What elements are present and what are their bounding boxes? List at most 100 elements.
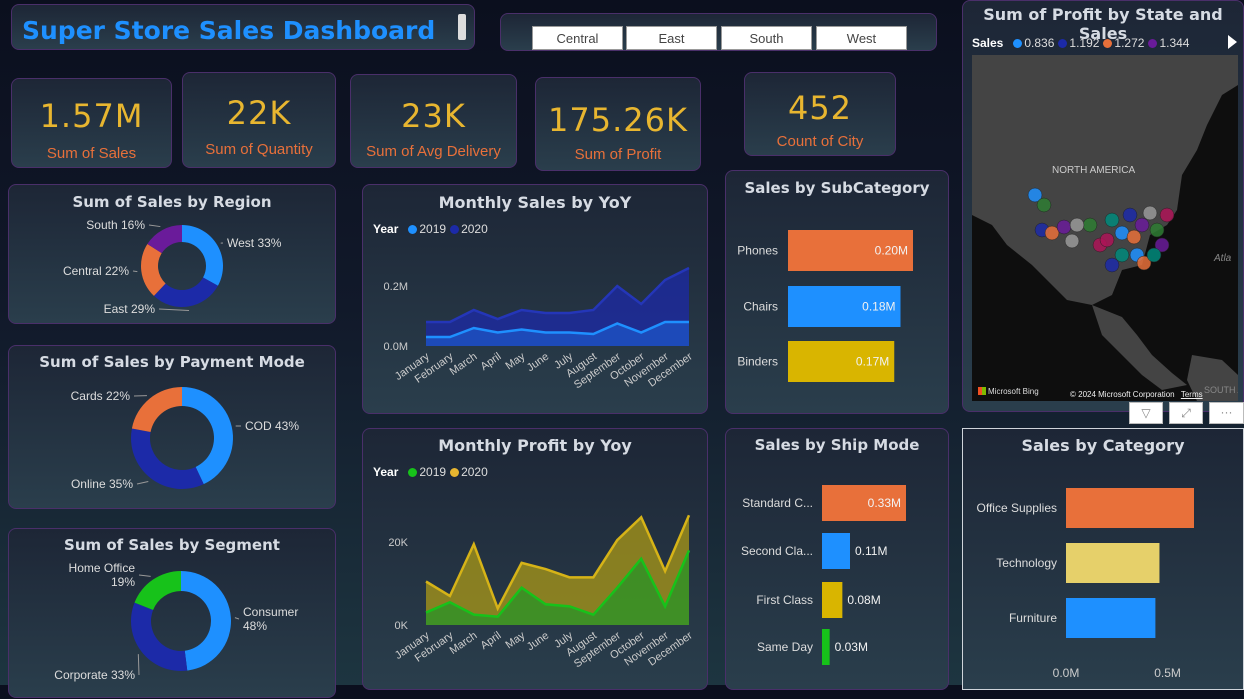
map-bubble[interactable] <box>1065 234 1079 248</box>
category-label: Phones <box>737 244 778 258</box>
slicer-option-west[interactable]: West <box>816 26 907 50</box>
data-label: West 33% <box>227 236 282 250</box>
bar <box>822 629 830 665</box>
bar <box>1066 488 1194 528</box>
map-bubble[interactable] <box>1160 208 1174 222</box>
region-slicer: Central East South West <box>500 13 937 51</box>
donut-slice <box>131 603 187 671</box>
x-tick-label: March <box>448 630 480 657</box>
subcategory-bar-card: Sales by SubCategory Phones0.20MChairs0.… <box>725 170 949 414</box>
map-ocean-label: Atla <box>1213 253 1232 264</box>
data-label: 0.20M <box>875 244 908 258</box>
kpi-value: 1.57M <box>12 97 171 135</box>
more-options-icon[interactable]: ··· <box>1209 402 1244 424</box>
map-canvas[interactable]: NORTH AMERICA Atla SOUTH AM <box>972 55 1238 401</box>
slicer-option-central[interactable]: Central <box>532 26 623 50</box>
bar <box>1066 543 1159 583</box>
payment-donut-card: Sum of Sales by Payment Mode COD 43%Onli… <box>8 345 336 509</box>
data-label: 0.03M <box>835 640 868 654</box>
data-label: Consumer <box>243 605 298 619</box>
monthly-sales-area-chart: 0.0M0.2MJanuaryFebruaryMarchAprilMayJune… <box>363 185 709 415</box>
subcategory-bar-chart: Phones0.20MChairs0.18MBinders0.17M <box>726 171 950 415</box>
profit-map-card: Sum of Profit by State and Sales Sales0.… <box>962 0 1244 412</box>
filter-icon[interactable]: ▽ <box>1129 402 1163 424</box>
data-label: 0.11M <box>855 544 887 558</box>
focus-mode-icon[interactable]: ⤢ <box>1169 402 1203 424</box>
legend-item: 1.344 <box>1159 36 1189 50</box>
slicer-option-east[interactable]: East <box>626 26 717 50</box>
kpi-label: Sum of Avg Delivery <box>351 143 516 160</box>
y-tick-label: 0.2M <box>384 281 408 293</box>
map-bubble[interactable] <box>1070 218 1084 232</box>
kpi-label: Sum of Sales <box>12 145 171 162</box>
map-bubble[interactable] <box>1037 198 1051 212</box>
x-tick-label: April <box>479 351 504 373</box>
page-title: Super Store Sales Dashboard <box>22 16 435 45</box>
map-bubble[interactable] <box>1105 213 1119 227</box>
map-bubble[interactable] <box>1147 248 1161 262</box>
category-label: Standard C... <box>742 496 813 510</box>
x-tick-label: March <box>448 351 480 378</box>
title-card: Super Store Sales Dashboard <box>11 4 475 50</box>
terms-link[interactable]: Terms <box>1181 390 1203 399</box>
legend-marker <box>1148 39 1157 48</box>
payment-donut-chart: COD 43%Online 35%Cards 22% <box>9 346 337 510</box>
category-bar-chart: Office SuppliesTechnologyFurniture0.0M0.… <box>963 429 1244 691</box>
kpi-value: 452 <box>745 89 895 127</box>
x-tick-label: April <box>479 630 504 652</box>
x-tick-label: May <box>503 629 527 651</box>
legend-item: 1.192 <box>1069 36 1099 50</box>
map-bubble[interactable] <box>1100 233 1114 247</box>
kpi-value: 23K <box>351 97 516 135</box>
monthly-sales-card: Monthly Sales by YoY Year20192020 0.0M0.… <box>362 184 708 414</box>
category-bar-card: Sales by Category Office SuppliesTechnol… <box>962 428 1244 690</box>
category-label: Same Day <box>757 640 813 654</box>
kpi-value: 22K <box>183 94 335 132</box>
kpi-label: Sum of Profit <box>536 146 700 163</box>
data-label: 0.17M <box>856 355 889 369</box>
segment-donut-chart: Consumer48%Corporate 33%Home Office19% <box>9 529 337 699</box>
y-tick-label: 20K <box>388 537 408 549</box>
legend-marker <box>1058 39 1067 48</box>
bing-label: Microsoft Bing <box>988 387 1039 396</box>
leader-line <box>235 618 239 619</box>
map-bubble[interactable] <box>1123 208 1137 222</box>
slider-handle[interactable] <box>458 14 466 40</box>
y-tick-label: 0.0M <box>384 341 408 353</box>
kpi-card-avg-delivery: 23K Sum of Avg Delivery <box>350 74 517 168</box>
data-label: 48% <box>243 619 267 633</box>
legend-next-icon[interactable] <box>1228 35 1237 49</box>
map-bubble[interactable] <box>1083 218 1097 232</box>
leader-line <box>149 225 160 227</box>
data-label: Central 22% <box>63 264 129 278</box>
segment-donut-card: Sum of Sales by Segment Consumer48%Corpo… <box>8 528 336 698</box>
windows-logo-icon <box>978 387 986 395</box>
donut-slice <box>135 571 181 610</box>
data-label: East 29% <box>104 302 156 316</box>
legend-marker <box>1103 39 1112 48</box>
bar <box>1066 598 1155 638</box>
x-tick-label: June <box>525 351 551 375</box>
category-label: Chairs <box>743 300 778 314</box>
y-tick-label: 0K <box>395 620 409 632</box>
map-bubble[interactable] <box>1150 223 1164 237</box>
map-bubble[interactable] <box>1057 220 1071 234</box>
slicer-option-south[interactable]: South <box>721 26 812 50</box>
region-donut-card: Sum of Sales by Region West 33%East 29%C… <box>8 184 336 324</box>
map-bubble[interactable] <box>1135 218 1149 232</box>
map-bubble[interactable] <box>1143 206 1157 220</box>
bar <box>822 533 850 569</box>
map-bubble[interactable] <box>1127 230 1141 244</box>
bar <box>822 582 842 618</box>
legend-item: 0.836 <box>1024 36 1054 50</box>
data-label: 0.33M <box>868 496 901 510</box>
leader-line <box>138 654 139 675</box>
map-legend: Sales0.8361.1921.2721.344 <box>972 36 1189 50</box>
x-tick-label: June <box>525 630 551 654</box>
copyright-text: © 2024 Microsoft Corporation <box>1070 390 1175 399</box>
kpi-card-profit: 175.26K Sum of Profit <box>535 77 701 171</box>
map-bubble[interactable] <box>1105 258 1119 272</box>
category-label: Technology <box>996 556 1057 570</box>
category-label: Office Supplies <box>977 501 1058 515</box>
kpi-card-sales: 1.57M Sum of Sales <box>11 78 172 168</box>
